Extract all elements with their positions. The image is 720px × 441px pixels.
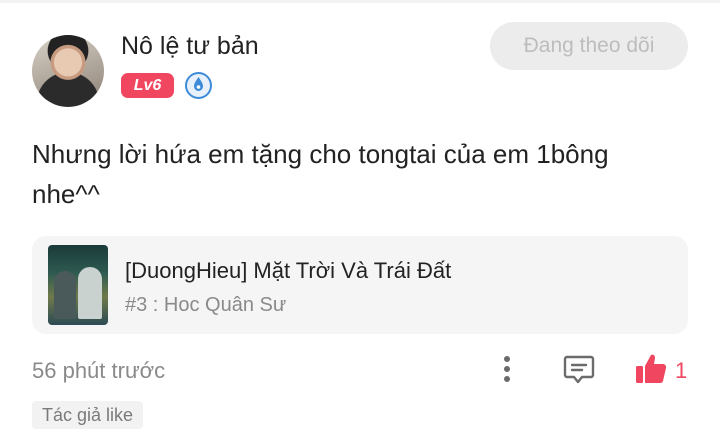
level-badge: Lv6 [121,73,174,98]
book-chapter: #3 : Hoc Quân Sư [125,294,287,316]
comment-text: Nhưng lời hứa em tặng cho tongtai của em… [32,139,609,209]
vip-badge-icon [185,72,212,99]
username[interactable]: Nô lệ tư bản [121,32,259,61]
more-icon[interactable] [497,354,517,384]
following-button[interactable]: Đang theo dõi [490,22,688,70]
like-count: 1 [675,358,688,383]
top-divider [0,0,720,3]
author-like-badge: Tác giả like [32,401,144,429]
comment-timestamp: 56 phút trước [32,358,166,383]
like-icon[interactable] [634,352,668,386]
reply-icon[interactable] [563,353,595,385]
book-card[interactable]: [DuongHieu] Mặt Trời Và Trái Đất #3 : Ho… [32,236,688,334]
book-cover-image [48,245,108,325]
avatar[interactable] [32,35,104,107]
book-title: [DuongHieu] Mặt Trời Và Trái Đất [125,258,452,283]
